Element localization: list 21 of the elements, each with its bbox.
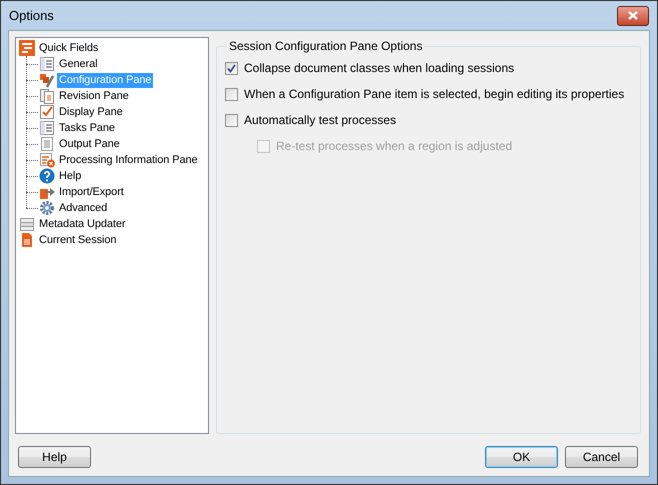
tree-item[interactable]: Tasks Pane — [57, 120, 117, 136]
tree-item[interactable]: Processing Information Pane — [57, 152, 200, 168]
tree-item[interactable]: Help — [57, 168, 84, 184]
tree-item[interactable]: Metadata Updater — [37, 216, 128, 232]
tree-item[interactable]: Display Pane — [57, 104, 125, 120]
option-label: Re-test processes when a region is adjusted — [276, 139, 512, 153]
tree-item[interactable]: Output Pane — [57, 136, 122, 152]
tree-item[interactable]: Import/Export — [57, 184, 126, 200]
tree-item[interactable]: General — [57, 56, 100, 72]
help-button[interactable]: Help — [18, 446, 91, 468]
dialog-button[interactable]: OK — [485, 446, 558, 468]
tree-item[interactable]: Revision Pane — [57, 88, 131, 104]
group-title: Session Configuration Pane Options — [228, 39, 424, 53]
option-label: When a Configuration Pane item is selected, begin editing its properties — [244, 87, 624, 101]
tree-item[interactable]: Advanced — [57, 200, 110, 216]
dialog-button[interactable]: Cancel — [565, 446, 638, 468]
option-label: Automatically test processes — [244, 113, 396, 127]
option-label: Collapse document classes when loading sessions — [244, 61, 514, 75]
window-title: Options — [8, 8, 54, 23]
tree-item[interactable]: Quick Fields — [37, 40, 100, 56]
tree-item[interactable]: Current Session — [37, 232, 118, 248]
